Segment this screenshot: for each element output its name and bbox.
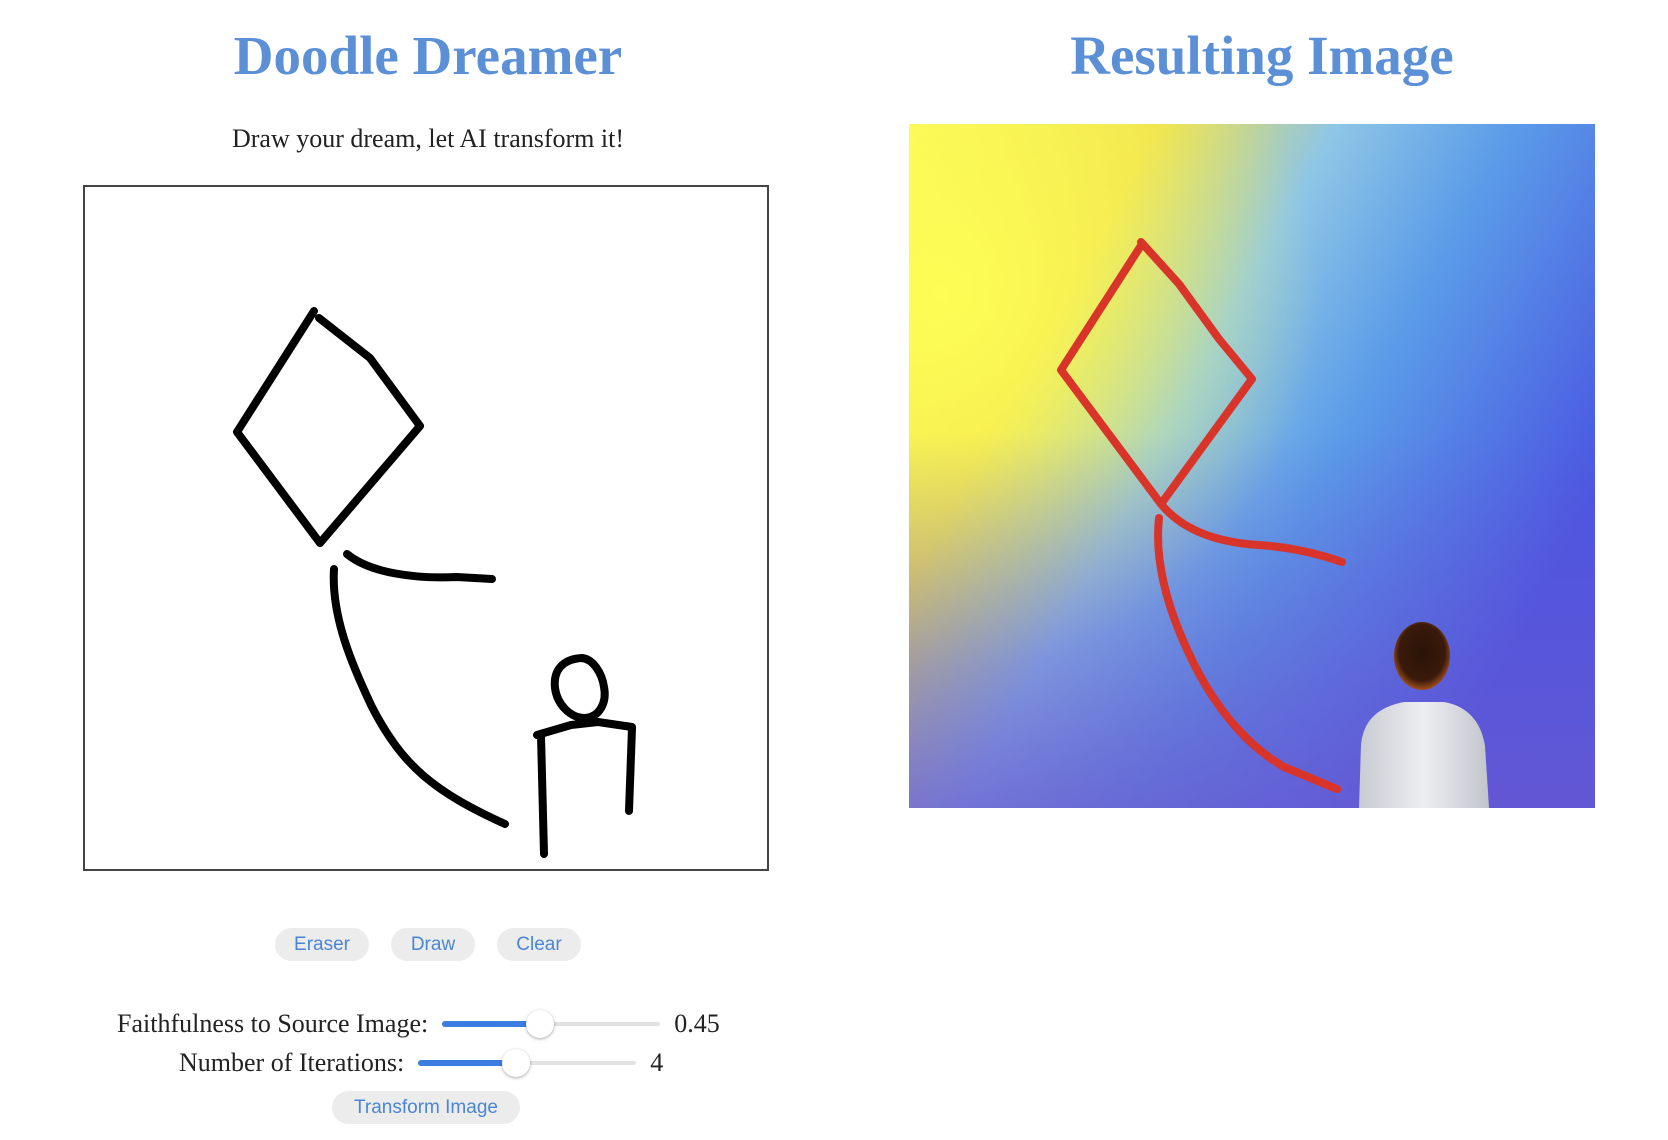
clear-button[interactable]: Clear (497, 928, 581, 961)
drawing-canvas[interactable] (83, 185, 769, 871)
iterations-control: Number of Iterations: 4 (179, 1046, 663, 1080)
slider-thumb[interactable] (502, 1049, 531, 1077)
faithfulness-value: 0.45 (674, 1009, 720, 1038)
slider-thumb[interactable] (526, 1010, 555, 1038)
iterations-value: 4 (650, 1048, 664, 1077)
drawing-tools: Eraser Draw Clear (0, 928, 856, 961)
app-title: Doodle Dreamer (233, 25, 623, 86)
result-image (909, 124, 1595, 808)
eraser-button[interactable]: Eraser (275, 928, 369, 961)
app-subtitle: Draw your dream, let AI transform it! (231, 124, 625, 153)
faithfulness-label: Faithfulness to Source Image: (117, 1009, 429, 1038)
transform-image-button[interactable]: Transform Image (332, 1091, 520, 1124)
faithfulness-slider[interactable] (442, 1009, 661, 1039)
iterations-slider[interactable] (418, 1048, 637, 1078)
faithfulness-control: Faithfulness to Source Image: 0.45 (117, 1007, 720, 1041)
draw-button[interactable]: Draw (391, 928, 475, 961)
iterations-label: Number of Iterations: (179, 1048, 405, 1077)
result-title: Resulting Image (1070, 25, 1454, 86)
doodle-sketch (233, 307, 636, 858)
